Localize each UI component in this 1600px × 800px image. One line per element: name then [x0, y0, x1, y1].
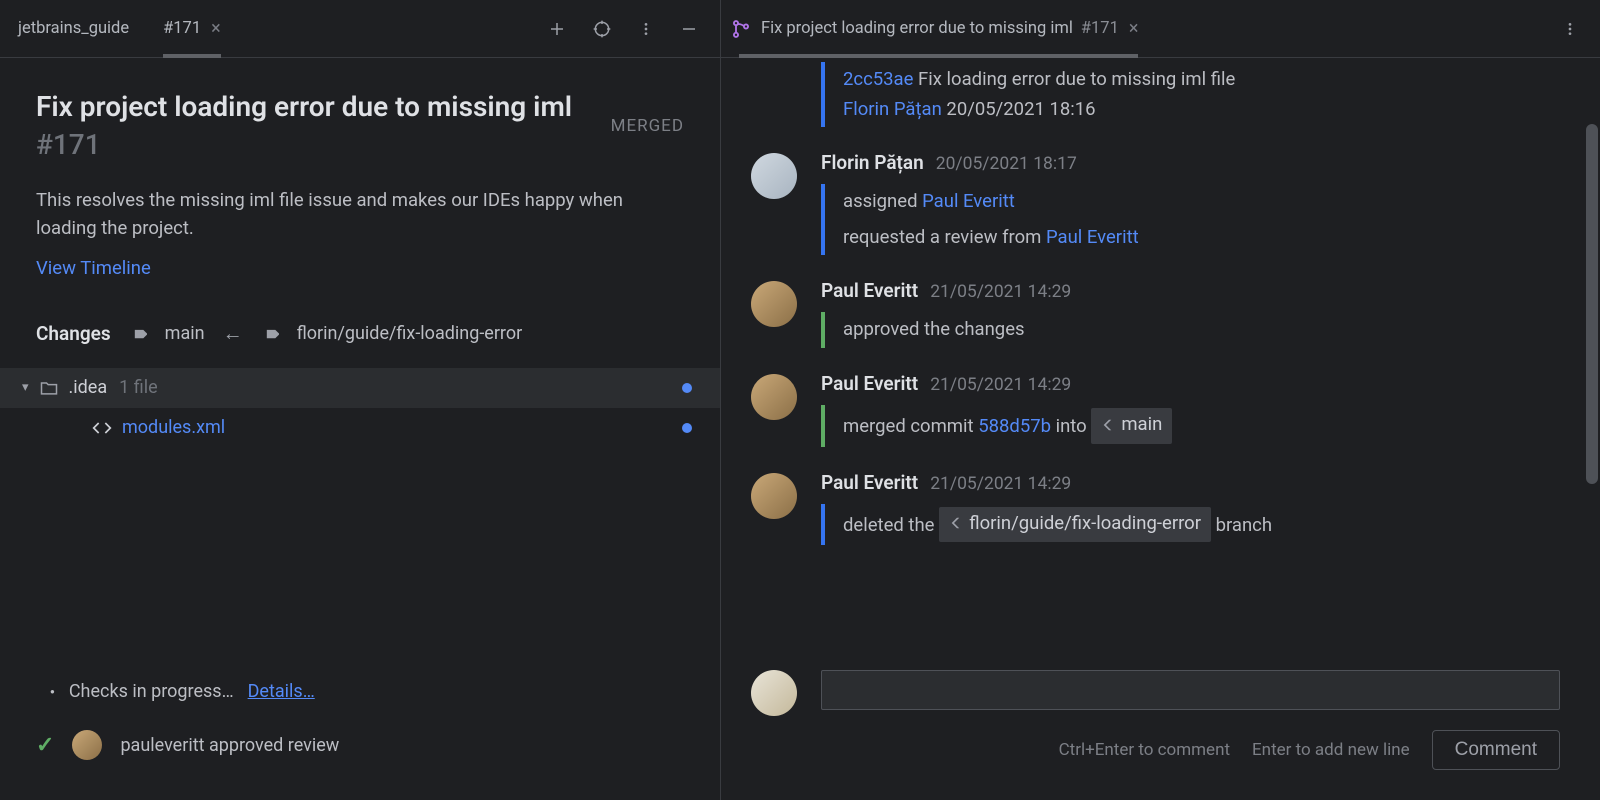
timeline-author: Paul Everitt: [821, 372, 918, 395]
timeline-timestamp: 21/05/2021 14:29: [930, 474, 1071, 494]
timeline-event: assigned Paul Everitt: [821, 184, 1570, 220]
check-icon: ✓: [36, 733, 54, 758]
tag-icon: [261, 324, 279, 342]
pr-description: This resolves the missing iml file issue…: [36, 186, 684, 243]
changes-label: Changes: [36, 322, 111, 345]
timeline-timestamp: 21/05/2021 14:29: [930, 375, 1071, 395]
more-icon[interactable]: [628, 15, 664, 43]
pr-details-pane: jetbrains_guide #171 × Fix project loadi…: [0, 0, 721, 800]
timeline-item: Paul Everitt 21/05/2021 14:29 deleted th…: [751, 471, 1570, 546]
timeline-item: Paul Everitt 21/05/2021 14:29 approved t…: [751, 279, 1570, 348]
target-icon[interactable]: [582, 13, 622, 45]
code-icon: [92, 418, 112, 438]
timeline-timestamp: 20/05/2021 18:17: [936, 154, 1077, 174]
checks-status: Checks in progress…: [69, 681, 234, 702]
timeline-item: Florin Pățan 20/05/2021 18:17 assigned P…: [751, 151, 1570, 255]
timeline-item: 2cc53ae Fix loading error due to missing…: [751, 62, 1570, 127]
avatar: [751, 153, 797, 199]
file-row[interactable]: modules.xml: [0, 408, 720, 448]
chevron-down-icon: ▾: [22, 380, 29, 395]
timeline-event: merged commit 588d57b into main: [821, 405, 1570, 447]
pr-footer: ● Checks in progress… Details… ✓ pauleve…: [0, 665, 720, 800]
timeline-event: approved the changes: [821, 312, 1570, 348]
tag-icon: [129, 324, 147, 342]
avatar: [751, 473, 797, 519]
pr-status-badge: MERGED: [611, 116, 684, 136]
composer-hint: Ctrl+Enter to comment: [1059, 740, 1230, 760]
timeline-event: deleted the florin/guide/fix-loading-err…: [821, 504, 1570, 546]
comment-composer: Ctrl+Enter to comment Enter to add new l…: [721, 652, 1600, 800]
arrow-left-icon: ←: [223, 321, 243, 346]
avatar: [72, 730, 102, 760]
approval-text: pauleveritt approved review: [120, 735, 339, 756]
add-icon[interactable]: [538, 14, 576, 44]
commit-hash-link[interactable]: 2cc53ae: [843, 68, 913, 90]
git-merge-icon: [731, 19, 751, 39]
folder-file-count: 1 file: [119, 377, 157, 398]
avatar: [751, 670, 797, 716]
avatar: [751, 374, 797, 420]
comment-button[interactable]: Comment: [1432, 730, 1560, 770]
close-icon[interactable]: ×: [1129, 18, 1139, 39]
avatar: [751, 281, 797, 327]
pr-details-content: Fix project loading error due to missing…: [0, 58, 720, 665]
checks-details-link[interactable]: Details…: [248, 681, 315, 702]
changes-header: Changes main ← florin/guide/fix-loading-…: [36, 321, 684, 346]
timeline-event: requested a review from Paul Everitt: [821, 220, 1570, 256]
change-indicator-icon: [682, 383, 692, 393]
close-icon[interactable]: ×: [211, 18, 221, 39]
timeline-item: Paul Everitt 21/05/2021 14:29 merged com…: [751, 372, 1570, 447]
timeline-author: Paul Everitt: [821, 471, 918, 494]
minimize-icon[interactable]: [670, 14, 708, 44]
folder-icon: [39, 378, 59, 398]
comment-input[interactable]: [821, 670, 1560, 710]
scrollbar[interactable]: [1584, 64, 1598, 792]
tab-pr-171[interactable]: #171 ×: [149, 0, 235, 57]
pr-title: Fix project loading error due to missing…: [36, 88, 595, 164]
timeline-content[interactable]: 2cc53ae Fix loading error due to missing…: [721, 58, 1600, 652]
checks-row: ● Checks in progress… Details…: [50, 681, 684, 702]
tab-timeline[interactable]: Fix project loading error due to missing…: [725, 0, 1152, 57]
left-tab-bar: jetbrains_guide #171 ×: [0, 0, 720, 58]
file-name: modules.xml: [122, 417, 225, 438]
user-link[interactable]: Florin Pățan: [843, 98, 942, 120]
bullet-icon: ●: [50, 687, 55, 696]
change-indicator-icon: [682, 423, 692, 433]
view-timeline-link[interactable]: View Timeline: [36, 257, 151, 279]
timeline-pane: Fix project loading error due to missing…: [721, 0, 1600, 800]
base-branch: main: [165, 323, 205, 344]
tab-project[interactable]: jetbrains_guide: [4, 0, 143, 57]
timeline-timestamp: 21/05/2021 14:29: [930, 282, 1071, 302]
right-tab-bar: Fix project loading error due to missing…: [721, 0, 1600, 58]
approval-row: ✓ pauleveritt approved review: [36, 730, 684, 760]
more-icon[interactable]: [1552, 15, 1588, 43]
timeline-event: 2cc53ae Fix loading error due to missing…: [821, 62, 1570, 127]
changed-files-tree: ▾ .idea 1 file modules.xml: [0, 368, 720, 448]
timeline-author: Paul Everitt: [821, 279, 918, 302]
head-branch: florin/guide/fix-loading-error: [297, 323, 523, 344]
folder-row[interactable]: ▾ .idea 1 file: [0, 368, 720, 408]
timeline-author: Florin Pățan: [821, 151, 924, 174]
scrollbar-thumb[interactable]: [1586, 124, 1598, 484]
folder-name: .idea: [69, 377, 108, 398]
composer-hint: Enter to add new line: [1252, 740, 1410, 760]
